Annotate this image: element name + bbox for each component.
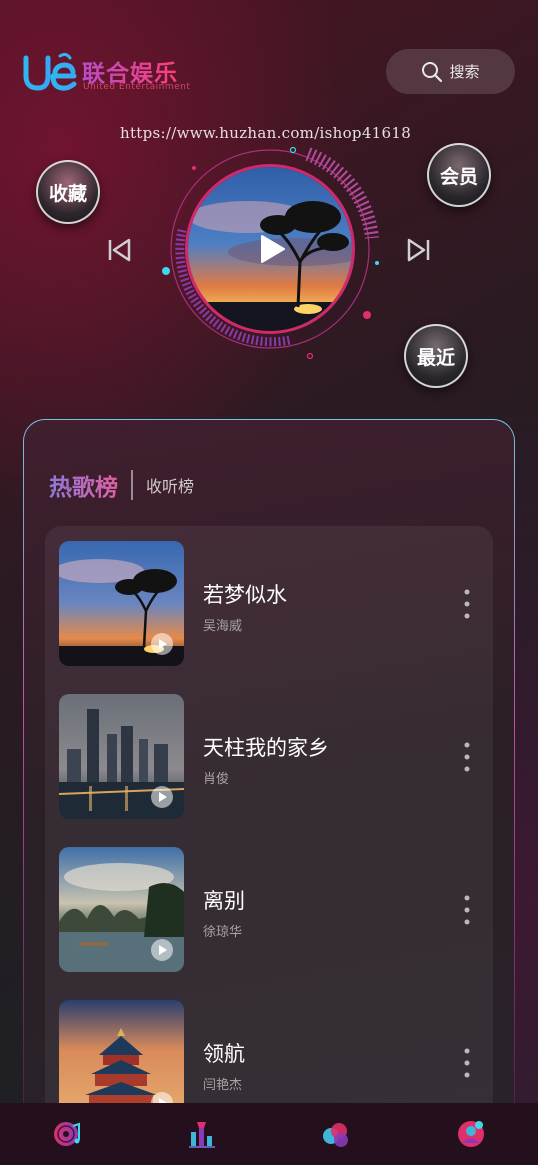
song-item[interactable]: 若梦似水 吴海威 [59,541,479,666]
song-title: 天柱我的家乡 [203,736,329,760]
discover-icon [323,1123,349,1147]
bottom-nav [0,1103,538,1165]
recent-button[interactable]: 最近 [404,324,468,388]
favorites-label: 收藏 [48,182,87,205]
search-button[interactable]: 搜索 [386,49,515,94]
song-thumbnail [59,694,184,819]
favorites-button[interactable]: 收藏 [36,160,100,224]
chart-card: 热歌榜 收听榜 若梦似水 吴海威 天柱我的家乡 肖俊 离别 徐琼华 领航 闫艳杰 [23,419,515,1165]
thumbnail-play-icon[interactable] [151,786,173,808]
search-label: 搜索 [449,63,480,81]
song-list: 若梦似水 吴海威 天柱我的家乡 肖俊 离别 徐琼华 领航 闫艳杰 [45,526,493,1165]
nav-music[interactable] [0,1103,135,1165]
now-playing-disc[interactable] [150,140,390,370]
thumbnail-play-icon[interactable] [151,633,173,655]
ue-logo-icon [23,52,77,91]
ranking-icon [188,1122,215,1148]
more-options-icon[interactable] [463,894,471,926]
music-disc-icon [54,1122,81,1146]
play-icon[interactable] [258,234,286,264]
nav-profile[interactable] [404,1103,538,1165]
more-options-icon[interactable] [463,741,471,773]
song-item[interactable]: 天柱我的家乡 肖俊 [59,694,479,819]
chart-tabs: 热歌榜 收听榜 [49,468,194,502]
nav-ranking[interactable] [135,1103,270,1165]
more-options-icon[interactable] [463,588,471,620]
next-track-icon[interactable] [405,236,431,264]
tab-divider [131,470,133,500]
song-artist: 闫艳杰 [203,1078,243,1093]
song-thumbnail [59,847,184,972]
search-icon [422,61,443,82]
app-logo: 联合娱乐 United Entertainment [22,52,192,94]
nav-discover[interactable] [269,1103,404,1165]
song-thumbnail [59,541,184,666]
tab-most-played[interactable]: 收听榜 [146,473,194,497]
profile-icon [457,1121,484,1147]
vip-button[interactable]: 会员 [427,143,491,207]
song-title: 领航 [203,1042,245,1066]
more-options-icon[interactable] [463,1047,471,1079]
song-artist: 吴海威 [203,619,243,634]
song-artist: 徐琼华 [203,925,243,940]
recent-label: 最近 [416,346,455,369]
tab-hot-songs[interactable]: 热歌榜 [49,468,118,502]
logo-subtitle: United Entertainment [83,82,191,92]
song-artist: 肖俊 [203,772,230,787]
thumbnail-play-icon[interactable] [151,939,173,961]
song-title: 离别 [203,889,245,913]
vip-label: 会员 [439,165,478,188]
previous-track-icon[interactable] [107,236,133,264]
song-title: 若梦似水 [203,583,287,607]
song-item[interactable]: 离别 徐琼华 [59,847,479,972]
